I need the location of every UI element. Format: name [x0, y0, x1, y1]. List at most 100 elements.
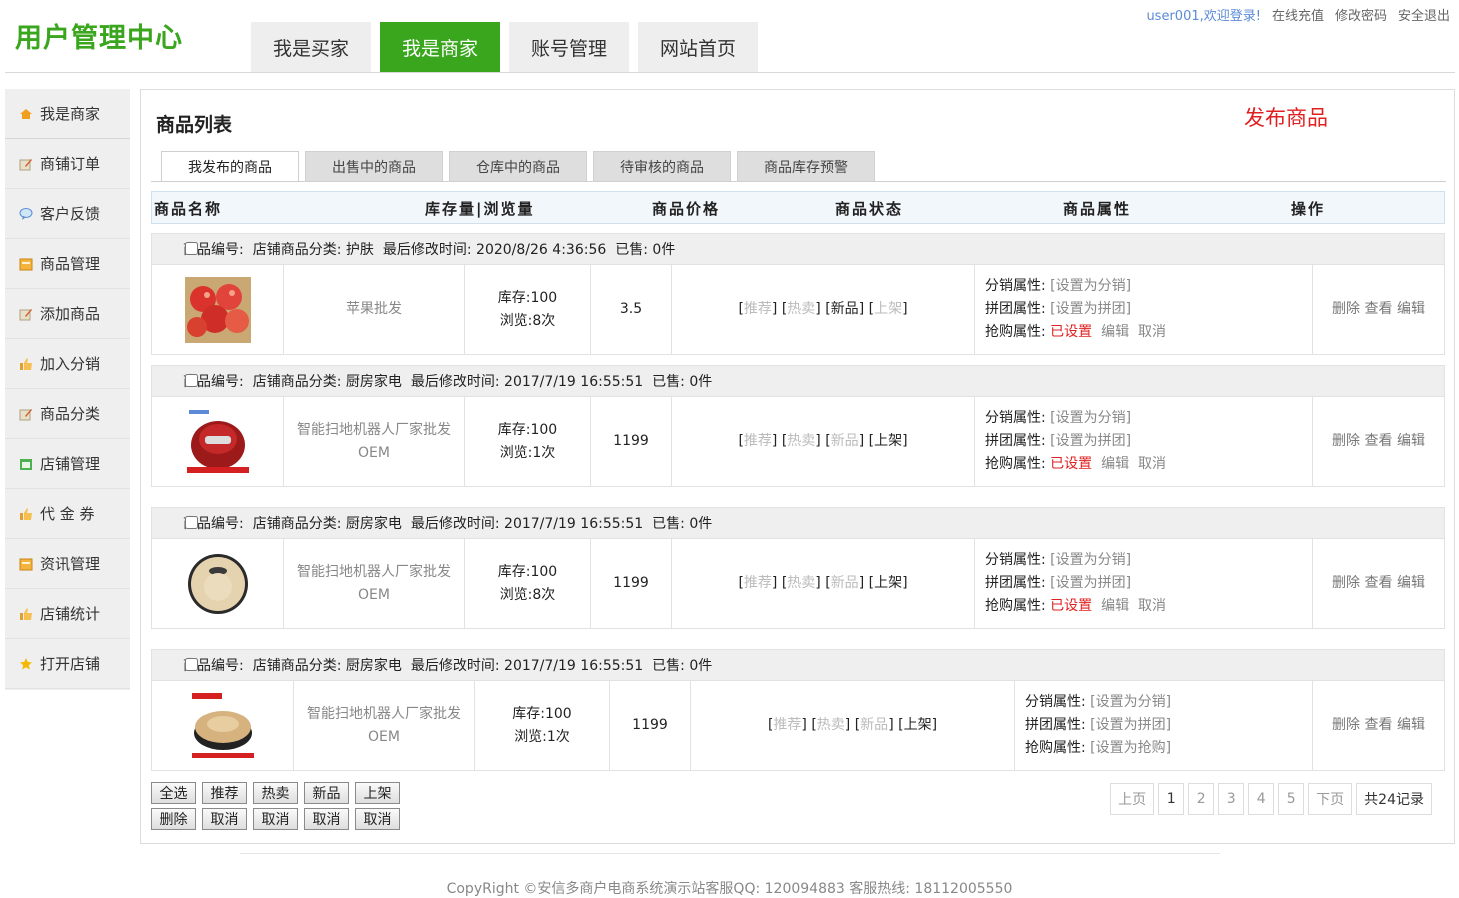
sidebar-item-2[interactable]: 客户反馈 — [5, 189, 130, 239]
attr-value-link[interactable]: [设置为拼团] — [1050, 575, 1131, 591]
sidebar-item-10[interactable]: 店铺统计 — [5, 589, 130, 639]
delete-link[interactable]: 删除 — [1332, 433, 1360, 449]
status-toggle[interactable]: [推荐] — [738, 301, 777, 317]
page-1-button[interactable]: 1 — [1158, 783, 1185, 815]
product-select-checkbox[interactable] — [185, 374, 198, 387]
delete-link[interactable]: 删除 — [1332, 575, 1360, 591]
attr-value-link[interactable]: [设置为分销] — [1050, 410, 1131, 426]
product-select-checkbox[interactable] — [185, 516, 198, 529]
logout-link[interactable]: 安全退出 — [1398, 5, 1450, 24]
attr-value-link[interactable]: [设置为拼团] — [1050, 433, 1131, 449]
status-toggle[interactable]: [推荐] — [738, 575, 777, 591]
page-4-button[interactable]: 4 — [1248, 783, 1275, 815]
recharge-link[interactable]: 在线充值 — [1272, 5, 1324, 24]
attr-value-link[interactable]: [设置为拼团] — [1050, 301, 1131, 317]
beige-robot-vacuum-image[interactable] — [184, 550, 251, 617]
cancel-recommend-button[interactable]: 取消 — [202, 808, 247, 830]
sidebar-item-0[interactable]: 我是商家 — [5, 89, 130, 139]
attr-action-link[interactable]: 取消 — [1138, 324, 1166, 340]
nav-tab-buyer[interactable]: 我是买家 — [251, 22, 371, 73]
status-toggle[interactable]: [推荐] — [738, 433, 777, 449]
view-link[interactable]: 查看 — [1365, 433, 1393, 449]
tab-stock-alert[interactable]: 商品库存预警 — [737, 151, 875, 181]
attr-value-link[interactable]: 已设置 — [1050, 598, 1092, 614]
tab-in-warehouse[interactable]: 仓库中的商品 — [449, 151, 587, 181]
list-on-shelf-button[interactable]: 上架 — [355, 782, 400, 804]
status-toggle[interactable]: [新品] — [825, 433, 864, 449]
sidebar-item-5[interactable]: 加入分销 — [5, 339, 130, 389]
product-name-link[interactable]: 智能扫地机器人厂家批发 — [297, 419, 451, 442]
sidebar-item-3[interactable]: 商品管理 — [5, 239, 130, 289]
status-toggle[interactable]: [热卖] — [782, 433, 821, 449]
change-password-link[interactable]: 修改密码 — [1335, 5, 1387, 24]
tab-on-sale[interactable]: 出售中的商品 — [305, 151, 443, 181]
user-greeting-link[interactable]: user001,欢迎登录! — [1146, 5, 1261, 24]
sidebar-item-11[interactable]: 打开店铺 — [5, 639, 130, 689]
product-select-checkbox[interactable] — [185, 242, 198, 255]
product-name-link[interactable]: OEM — [368, 726, 400, 749]
new-button[interactable]: 新品 — [304, 782, 349, 804]
next-page-button[interactable]: 下页 — [1308, 783, 1353, 815]
cancel-new-button[interactable]: 取消 — [304, 808, 349, 830]
sidebar-item-8[interactable]: 代 金 券 — [5, 489, 130, 539]
prev-page-button[interactable]: 上页 — [1110, 783, 1155, 815]
recommend-button[interactable]: 推荐 — [202, 782, 247, 804]
edit-link[interactable]: 编辑 — [1397, 717, 1425, 733]
select-all-button[interactable]: 全选 — [151, 782, 196, 804]
status-toggle[interactable]: [新品] — [855, 717, 894, 733]
apples-image[interactable] — [184, 276, 251, 343]
edit-link[interactable]: 编辑 — [1397, 575, 1425, 591]
sidebar-item-7[interactable]: 店铺管理 — [5, 439, 130, 489]
sidebar-item-6[interactable]: 商品分类 — [5, 389, 130, 439]
attr-value-link[interactable]: [设置为分销] — [1050, 552, 1131, 568]
gold-robot-vacuum-image[interactable] — [189, 692, 256, 759]
attr-value-link[interactable]: [设置为分销] — [1090, 694, 1171, 710]
status-toggle[interactable]: [热卖] — [782, 301, 821, 317]
product-name-link[interactable]: 智能扫地机器人厂家批发 — [297, 561, 451, 584]
cancel-shelf-button[interactable]: 取消 — [355, 808, 400, 830]
product-select-checkbox[interactable] — [185, 658, 198, 671]
attr-action-link[interactable]: 编辑 — [1101, 456, 1129, 472]
attr-value-link[interactable]: 已设置 — [1050, 456, 1092, 472]
attr-value-link[interactable]: [设置为抢购] — [1090, 740, 1171, 756]
attr-action-link[interactable]: 取消 — [1138, 456, 1166, 472]
view-link[interactable]: 查看 — [1365, 717, 1393, 733]
attr-action-link[interactable]: 编辑 — [1101, 324, 1129, 340]
status-toggle[interactable]: [上架] — [869, 575, 908, 591]
sidebar-item-4[interactable]: 添加商品 — [5, 289, 130, 339]
attr-value-link[interactable]: 已设置 — [1050, 324, 1092, 340]
product-name-link[interactable]: 苹果批发 — [346, 298, 402, 321]
hot-button[interactable]: 热卖 — [253, 782, 298, 804]
status-toggle[interactable]: [推荐] — [768, 717, 807, 733]
edit-link[interactable]: 编辑 — [1397, 433, 1425, 449]
tab-my-products[interactable]: 我发布的商品 — [161, 151, 299, 182]
delete-button[interactable]: 删除 — [151, 808, 196, 830]
view-link[interactable]: 查看 — [1365, 301, 1393, 317]
page-2-button[interactable]: 2 — [1188, 783, 1215, 815]
delete-link[interactable]: 删除 — [1332, 301, 1360, 317]
product-name-link[interactable]: OEM — [358, 584, 390, 607]
status-toggle[interactable]: [新品] — [825, 575, 864, 591]
status-toggle[interactable]: [热卖] — [811, 717, 850, 733]
status-toggle[interactable]: [热卖] — [782, 575, 821, 591]
status-toggle[interactable]: [新品] — [825, 301, 864, 317]
status-toggle[interactable]: [上架] — [869, 433, 908, 449]
attr-value-link[interactable]: [设置为拼团] — [1090, 717, 1171, 733]
delete-link[interactable]: 删除 — [1332, 717, 1360, 733]
sidebar-item-1[interactable]: 商铺订单 — [5, 139, 130, 189]
status-toggle[interactable]: [上架] — [869, 301, 908, 317]
cancel-hot-button[interactable]: 取消 — [253, 808, 298, 830]
page-3-button[interactable]: 3 — [1218, 783, 1245, 815]
attr-action-link[interactable]: 取消 — [1138, 598, 1166, 614]
attr-value-link[interactable]: [设置为分销] — [1050, 278, 1131, 294]
page-5-button[interactable]: 5 — [1278, 783, 1305, 815]
nav-tab-seller[interactable]: 我是商家 — [380, 22, 500, 73]
nav-tab-account[interactable]: 账号管理 — [509, 22, 629, 73]
sidebar-item-9[interactable]: 资讯管理 — [5, 539, 130, 589]
tab-pending-review[interactable]: 待审核的商品 — [593, 151, 731, 181]
status-toggle[interactable]: [上架] — [898, 717, 937, 733]
nav-tab-home[interactable]: 网站首页 — [638, 22, 758, 73]
edit-link[interactable]: 编辑 — [1397, 301, 1425, 317]
red-robot-vacuum-image[interactable] — [184, 408, 251, 475]
product-name-link[interactable]: 智能扫地机器人厂家批发 — [307, 703, 461, 726]
